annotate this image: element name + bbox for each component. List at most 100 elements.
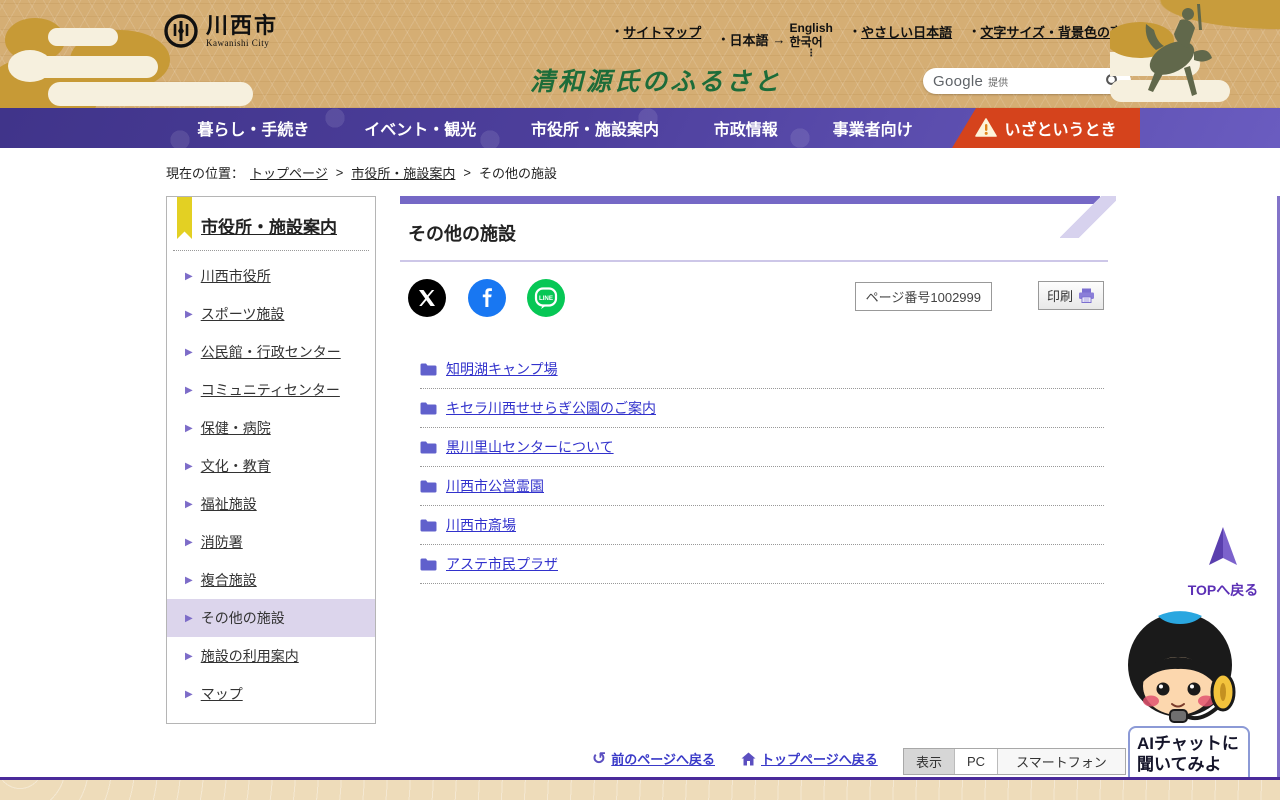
main-navigation: 暮らし・手続き イベント・観光 市役所・施設案内 市政情報 事業者向け いざとい… [0,108,1280,148]
nav-item-cityhall[interactable]: 市役所・施設案内 [531,116,659,140]
nav-item-living[interactable]: 暮らし・手続き [197,116,309,140]
facility-link[interactable]: 黒川里山センターについて [446,437,614,457]
folder-icon [420,402,437,414]
folder-icon [420,441,437,453]
line-share-icon[interactable]: LINE [527,279,565,317]
top-page-link[interactable]: トップページへ戻る [741,749,878,768]
facility-link[interactable]: 知明湖キャンプ場 [446,359,558,379]
previous-page-link[interactable]: ↺ 前のページへ戻る [592,749,715,768]
folder-icon [420,558,437,570]
sidebar-item-welfare[interactable]: ▶ 福祉施設 [167,485,375,523]
ribbon-bookmark-icon [177,197,192,239]
facebook-share-icon[interactable] [468,279,506,317]
search-provided-label: 提供 [988,77,1009,89]
sidebar-item-complex[interactable]: ▶ 複合施設 [167,561,375,599]
title-underline [400,260,1108,262]
view-smartphone-button[interactable]: スマートフォン [997,749,1125,774]
nav-item-business[interactable]: 事業者向け [833,116,913,140]
chevron-right-icon: ▶ [185,460,193,472]
warning-icon [975,118,998,137]
sidebar-item-health[interactable]: ▶ 保健・病院 [167,409,375,447]
page: 川西市 Kawanishi City サイトマップ 日本語 → English … [0,0,1280,800]
chevron-right-icon: ▶ [185,384,193,396]
list-item: 知明湖キャンプ場 [420,350,1104,389]
breadcrumb-prefix: 現在の位置： [166,166,245,181]
page-number: ページ番号1002999 [854,282,992,311]
back-to-top-button[interactable]: TOPへ戻る [1186,527,1260,600]
undo-arrow-icon: ↺ [592,749,607,768]
city-name: 川西市 [206,12,279,38]
list-item: アステ市民プラザ [420,545,1104,584]
facility-link[interactable]: アステ市民プラザ [446,554,558,574]
city-name-en: Kawanishi City [206,37,270,48]
print-button[interactable]: 印刷 [1037,281,1104,310]
sitemap-link[interactable]: サイトマップ [623,22,701,41]
breadcrumb: 現在の位置： トップページ > 市役所・施設案内 > その他の施設 [166,163,557,182]
up-arrow-icon [1209,527,1237,565]
nav-emergency-label: いざというとき [1004,122,1117,139]
view-mode-toggle: 表示 PC スマートフォン [903,748,1126,775]
sidebar-item-cityoffice[interactable]: ▶ 川西市役所 [167,257,375,295]
chevron-right-icon: ▶ [185,650,193,662]
sidebar-item-usage-guide[interactable]: ▶ 施設の利用案内 [167,637,375,675]
main-content: その他の施設 LINE ページ番号1002999 印刷 知明湖キャンプ場 キセラ… [400,196,1116,584]
utility-links: サイトマップ 日本語 → English 한국어 ⋮ やさしい日本語 文字サイズ… [615,21,1136,59]
list-item: キセラ川西せせらぎ公園のご案内 [420,389,1104,428]
page-title: その他の施設 [408,224,516,244]
chevron-right-icon: ▶ [185,688,193,700]
breadcrumb-current: その他の施設 [478,166,557,181]
chevron-right-icon: ▶ [185,308,193,320]
sidebar-separator [173,250,369,251]
breadcrumb-cityhall-link[interactable]: 市役所・施設案内 [351,163,455,182]
view-pc-button[interactable]: PC [954,749,998,774]
title-accent-bar [400,196,1116,238]
list-item: 黒川里山センターについて [420,428,1104,467]
language-english[interactable]: English [790,21,833,36]
nav-item-cityinfo[interactable]: 市政情報 [714,116,778,140]
ai-chat-mascot[interactable]: AIチャットに 聞いてみよう！ [1118,610,1250,800]
facility-link[interactable]: 川西市公営霊園 [446,476,544,496]
ribbon-fold-decoration [1060,196,1116,238]
view-label: 表示 [904,749,955,774]
chevron-right-icon: ▶ [185,270,193,282]
folder-icon [420,519,437,531]
chevron-right-icon: ▶ [185,574,193,586]
chevron-right-icon: ▶ [185,536,193,548]
sidebar-item-community-hall[interactable]: ▶ 公民館・行政センター [167,333,375,371]
sidebar-item-fire[interactable]: ▶ 消防署 [167,523,375,561]
sidebar-item-map[interactable]: ▶ マップ [167,675,375,713]
statue-image [1110,4,1230,102]
list-item: 川西市斎場 [420,506,1104,545]
breadcrumb-home-link[interactable]: トップページ [250,163,328,182]
language-current: 日本語 [729,32,769,48]
search-input[interactable]: Google 提供 [923,68,1131,94]
chevron-right-icon: ▶ [185,498,193,510]
city-emblem-icon [164,14,198,48]
sidebar-item-culture[interactable]: ▶ 文化・教育 [167,447,375,485]
city-tagline: 清和源氏のふるさと [530,67,783,96]
sidebar-item-other-current[interactable]: ▶ その他の施設 [167,599,375,637]
x-twitter-share-icon[interactable] [408,279,446,317]
chevron-right-icon: ▶ [185,422,193,434]
folder-icon [420,480,437,492]
mascot-character [1128,611,1236,723]
language-more-icon: ⋮ [806,47,817,59]
sidebar-item-community-center[interactable]: ▶ コミュニティセンター [167,371,375,409]
home-icon [741,752,756,765]
language-arrow: → [772,31,786,47]
chevron-right-icon: ▶ [185,612,193,624]
nav-item-emergency[interactable]: いざというとき [952,108,1140,148]
nav-item-events[interactable]: イベント・観光 [364,116,476,140]
facility-link-list: 知明湖キャンプ場 キセラ川西せせらぎ公園のご案内 黒川里山センターについて 川西… [420,350,1104,584]
footer-top-strip [0,777,1280,800]
city-logo[interactable]: 川西市 Kawanishi City [164,14,278,48]
facility-link[interactable]: キセラ川西せせらぎ公園のご案内 [446,398,656,418]
search-provider: Google [933,72,984,90]
facility-link[interactable]: 川西市斎場 [446,515,516,535]
svg-text:LINE: LINE [539,295,553,302]
footer-nav: ↺ 前のページへ戻る トップページへ戻る [592,749,878,768]
sidebar-item-sports[interactable]: ▶ スポーツ施設 [167,295,375,333]
language-selector[interactable]: 日本語 → English 한국어 ⋮ [721,21,833,59]
easy-japanese-link[interactable]: やさしい日本語 [861,22,952,41]
sidebar-title-link[interactable]: 市役所・施設案内 [201,218,337,237]
